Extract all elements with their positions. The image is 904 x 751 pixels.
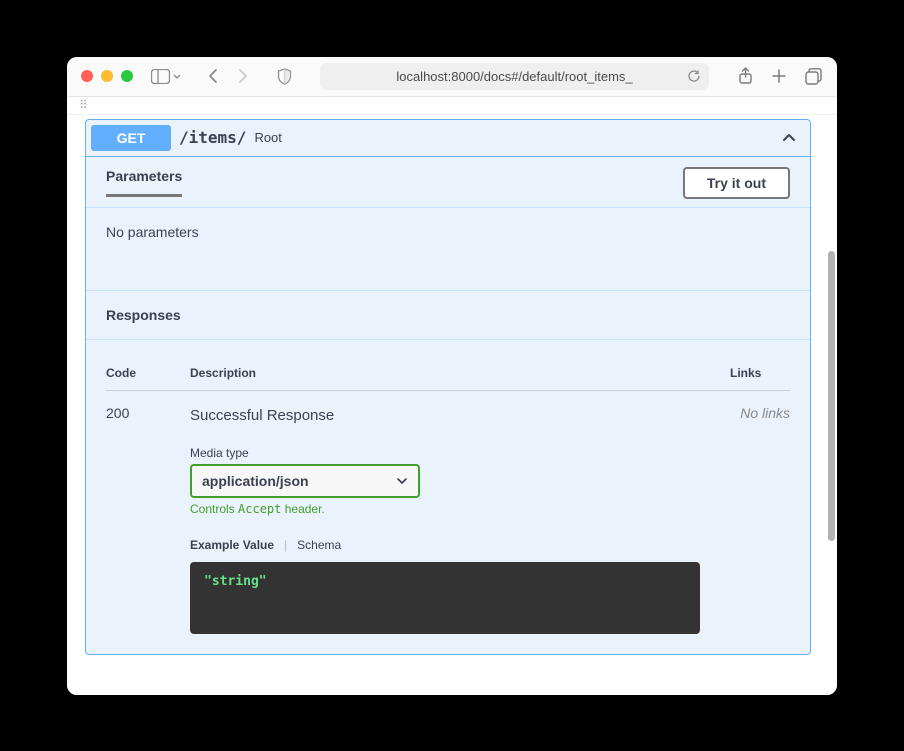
window-controls [81,70,133,82]
response-links: No links [740,405,790,634]
operation-description: Root [254,130,281,145]
code-column-header: Code [106,366,190,380]
try-it-out-button[interactable]: Try it out [683,167,790,199]
address-bar-text: localhost:8000/docs#/default/root_items_ [396,69,632,84]
example-schema-tabs: Example Value | Schema [190,538,740,552]
browser-window: localhost:8000/docs#/default/root_items_… [67,57,837,695]
example-value: "string" [204,574,267,589]
operation-path: /items/ [179,128,246,147]
accept-header-hint: Controls Accept header. [190,502,740,516]
page-content: GET /items/ Root Parameters Try it out N… [67,115,837,695]
apps-grid-icon[interactable]: ⠿ [79,99,87,111]
reload-button[interactable] [687,69,701,83]
schema-tab[interactable]: Schema [297,538,341,552]
operation-block: GET /items/ Root Parameters Try it out N… [85,119,811,655]
tabs-overview-button[interactable] [803,66,823,86]
bookmarks-bar: ⠿ [67,97,837,115]
response-description: Successful Response [190,407,740,424]
close-window-button[interactable] [81,70,93,82]
no-parameters-text: No parameters [106,224,199,240]
media-type-value: application/json [202,473,309,489]
scrollbar-thumb[interactable] [828,251,835,541]
description-column-header: Description [190,366,730,380]
share-button[interactable] [735,66,755,86]
responses-header: Responses [86,291,810,340]
http-method-badge: GET [91,125,171,151]
media-type-select[interactable]: application/json [190,464,420,498]
maximize-window-button[interactable] [121,70,133,82]
responses-body: Code Description Links 200 Successful Re… [86,340,810,654]
parameters-header: Parameters Try it out [86,157,810,207]
forward-button[interactable] [232,66,252,86]
titlebar: localhost:8000/docs#/default/root_items_ [67,57,837,97]
sidebar-toggle-button[interactable] [151,69,182,84]
chevron-down-icon [396,475,408,487]
response-code: 200 [106,405,190,634]
response-row: 200 Successful Response Media type appli… [106,391,790,634]
example-code-block: "string" [190,562,700,634]
operation-summary[interactable]: GET /items/ Root [86,120,810,157]
chevron-up-icon [781,132,797,144]
parameters-tab[interactable]: Parameters [106,168,182,197]
back-button[interactable] [204,66,224,86]
chevron-down-icon [172,71,182,81]
responses-table-header: Code Description Links [106,356,790,391]
shield-icon[interactable] [274,66,294,86]
links-column-header: Links [730,366,790,380]
media-type-label: Media type [190,446,740,460]
example-value-tab[interactable]: Example Value [190,538,274,552]
address-bar[interactable]: localhost:8000/docs#/default/root_items_ [320,63,709,90]
new-tab-button[interactable] [769,66,789,86]
minimize-window-button[interactable] [101,70,113,82]
parameters-body: No parameters [86,207,810,291]
